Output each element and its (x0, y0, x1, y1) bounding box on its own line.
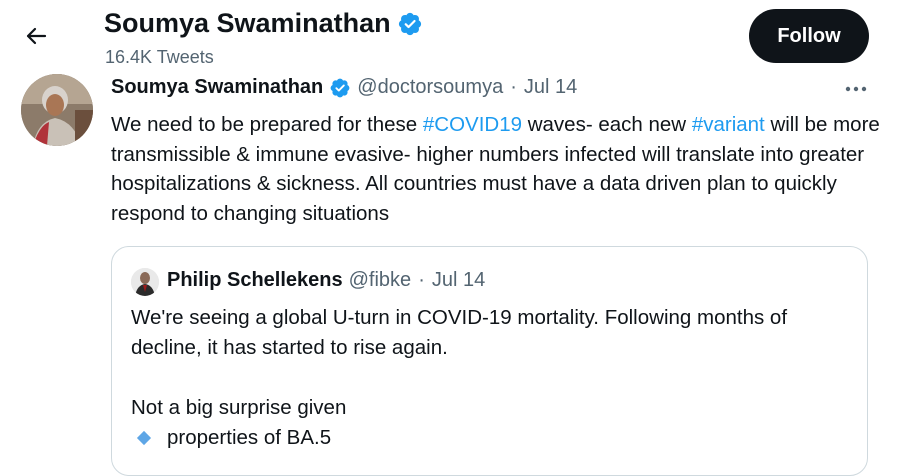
quoted-tweet-card[interactable]: Philip Schellekens @fibke · Jul 14 We're… (111, 246, 868, 476)
quoted-author-name: Philip Schellekens (167, 269, 343, 291)
hashtag-covid19-link[interactable]: #COVID19 (423, 113, 522, 136)
tweet-date[interactable]: Jul 14 (524, 76, 577, 99)
hashtag-variant-link[interactable]: #variant (692, 113, 765, 136)
quoted-bullet-text: properties of BA.5 (167, 426, 332, 449)
more-button[interactable] (841, 78, 871, 100)
tweet-text-part: We need to be prepared for these (111, 113, 423, 136)
follow-button[interactable]: Follow (749, 9, 869, 63)
tweet-author-name[interactable]: Soumya Swaminathan (111, 76, 323, 99)
quoted-paragraph: We're seeing a global U-turn in COVID-19… (131, 306, 788, 359)
verified-badge-icon (329, 77, 351, 99)
separator-dot: · (510, 76, 517, 98)
quoted-bullet-item: properties of BA.5 (131, 423, 856, 453)
more-horizontal-icon (845, 86, 867, 92)
avatar[interactable] (21, 74, 93, 146)
quoted-paragraph: Not a big surprise given (131, 396, 347, 419)
quoted-tweet-text: We're seeing a global U-turn in COVID-19… (131, 303, 856, 453)
quoted-handle: @fibke (348, 269, 412, 291)
tweet-header: Soumya Swaminathan @doctorsoumya · Jul 1… (111, 76, 577, 99)
blue-diamond-icon (136, 430, 152, 446)
tweet-text-part: waves- each new (522, 113, 692, 136)
quoted-avatar (131, 268, 159, 296)
back-button[interactable] (14, 14, 58, 58)
tweet-text: We need to be prepared for these #COVID1… (111, 110, 881, 228)
quoted-date: Jul 14 (431, 269, 486, 291)
arrow-left-icon (26, 27, 47, 45)
profile-name: Soumya Swaminathan (104, 8, 391, 38)
verified-badge-icon (397, 11, 423, 37)
quoted-tweet-header: Philip Schellekens @fibke · Jul 14 (167, 269, 485, 292)
separator-dot: · (418, 269, 425, 291)
tweet-count: 16.4K Tweets (105, 47, 214, 67)
tweet-handle[interactable]: @doctorsoumya (357, 76, 503, 99)
profile-header-name-row: Soumya Swaminathan (104, 8, 423, 39)
